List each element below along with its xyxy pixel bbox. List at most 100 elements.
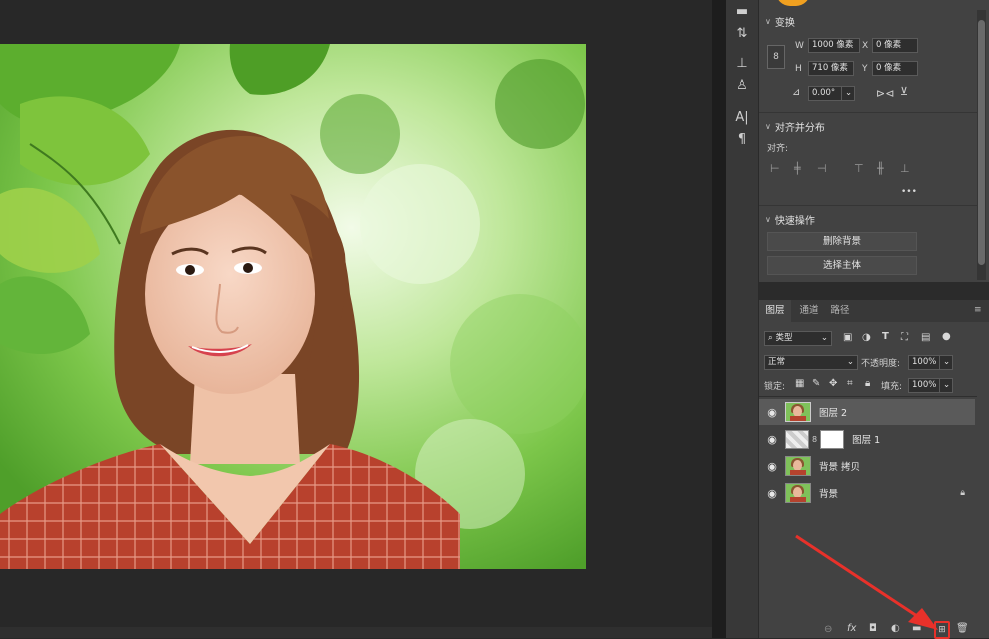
layer-name: 图层 1 [852,435,881,446]
panel-menu-icon[interactable]: ≡ [974,305,982,315]
opacity-field[interactable]: 100% [908,355,942,370]
link-icon: 8 [812,434,818,444]
filter-shape-icon[interactable]: ⛶ [901,332,908,343]
align-title: 对齐并分布 [774,123,825,134]
width-label: W [795,41,804,51]
blend-mode-value: 正常 [768,357,786,367]
lock-label: 锁定: [764,382,786,392]
panel-gap [759,282,989,300]
visibility-eye-icon[interactable]: ◉ [759,460,785,473]
chevron-down-icon: ⌄ [820,333,828,343]
chevron-down-icon: ⌄ [846,357,854,367]
tab-layers[interactable]: 图层 [759,300,791,322]
align-center-h-icon[interactable]: ╪ [794,162,801,175]
height-field[interactable]: 710 像素 [808,61,854,76]
lock-image-icon[interactable]: ✎ [812,378,820,389]
width-field[interactable]: 1000 像素 [808,38,860,53]
stamp-icon[interactable]: ♙ [726,74,758,96]
opacity-dropdown[interactable]: ⌄ [939,355,953,370]
fill-dropdown[interactable]: ⌄ [939,378,953,393]
filter-toggle-icon[interactable]: ● [942,331,951,342]
visibility-eye-icon[interactable]: ◉ [759,406,785,419]
align-label: 对齐: [767,144,789,154]
layer-name: 背景 拷贝 [819,462,861,473]
panel-divider[interactable] [712,0,726,638]
align-section-header[interactable]: ∨ 对齐并分布 [765,119,825,134]
layer-thumbnail [785,456,811,476]
portrait-photo [0,44,586,569]
properties-icon[interactable]: ▬ [726,0,758,22]
link-dimensions-icon[interactable]: 8 [767,45,785,69]
layer-filter-label: 类型 [775,333,793,343]
visibility-eye-icon[interactable]: ◉ [759,433,785,446]
layer-thumbnail [785,483,811,503]
align-left-icon[interactable]: ⊢ [770,162,780,175]
layer-row-layer1[interactable]: ◉ 8 图层 1 [759,426,975,452]
lock-icon[interactable]: 🔒︎ [960,488,965,498]
flip-vertical-icon[interactable]: ⊻ [900,85,908,98]
align-bottom-icon[interactable]: ⊥ [900,162,910,175]
canvas-image[interactable] [0,44,586,569]
divider [759,205,977,206]
opacity-label: 不透明度: [861,359,901,369]
history-icon[interactable]: ⇅ [726,22,758,44]
lock-transparent-icon[interactable]: ▦ [795,378,804,389]
remove-background-button[interactable]: 删除背景 [767,232,917,251]
lock-artboard-icon[interactable]: ⌗ [847,378,853,389]
adjustments-icon[interactable]: ⊥ [726,52,758,74]
layer-name: 图层 2 [819,408,848,419]
filter-pixel-icon[interactable]: ▣ [843,332,852,343]
panel-icon-strip: ▬ ⇅ ⊥ ♙ A| ¶ [726,0,759,638]
divider [759,396,977,397]
align-middle-v-icon[interactable]: ╫ [877,162,884,175]
tab-channels[interactable]: 通道 [795,300,823,322]
lock-all-icon[interactable]: 🔒︎ [865,378,870,389]
layer-mask-thumbnail[interactable] [820,429,845,449]
quick-actions-title: 快速操作 [774,216,815,227]
divider [759,112,977,113]
red-arrow-annotation [795,534,938,630]
paragraph-icon[interactable]: ¶ [726,128,758,150]
y-label: Y [862,64,868,74]
fill-field[interactable]: 100% [908,378,942,393]
fill-label: 填充: [881,382,903,392]
visibility-eye-icon[interactable]: ◉ [759,487,785,500]
more-options-button[interactable]: ••• [901,187,917,197]
angle-dropdown[interactable]: ⌄ [841,86,855,101]
chevron-down-icon: ∨ [765,215,771,224]
filter-smart-object-icon[interactable]: ▤ [921,332,930,343]
delete-layer-icon[interactable]: 🗑︎ [956,623,969,634]
layers-tab-bar [759,300,989,322]
lock-position-icon[interactable]: ✥ [829,378,837,389]
properties-scrollbar-thumb[interactable] [978,20,985,265]
x-field[interactable]: 0 像素 [872,38,918,53]
layer-name: 背景 [819,489,839,500]
chevron-down-icon: ∨ [765,122,771,131]
y-field[interactable]: 0 像素 [872,61,918,76]
select-subject-button[interactable]: 选择主体 [767,256,917,275]
align-right-icon[interactable]: ⊣ [817,162,827,175]
layer-filter-select[interactable]: ⌕ 类型 ⌄ [764,331,832,346]
angle-icon: ⊿ [792,87,801,98]
flip-horizontal-icon[interactable]: ⊳⊲ [876,87,894,100]
tab-paths[interactable]: 路径 [826,300,854,322]
character-icon[interactable]: A| [726,106,758,128]
transform-section-header[interactable]: ∨ 变换 [765,14,795,29]
x-label: X [862,41,869,51]
quick-actions-header[interactable]: ∨ 快速操作 [765,212,815,227]
layer-row-layer2[interactable]: ◉ 图层 2 [759,399,975,425]
transform-title: 变换 [774,18,795,29]
layer-row-background[interactable]: ◉ 背景 🔒︎ [759,480,975,506]
chevron-down-icon: ∨ [765,17,771,26]
filter-type-icon[interactable]: T [882,331,889,342]
height-label: H [795,64,802,74]
filter-adjustment-icon[interactable]: ◑ [862,332,871,343]
properties-scrollbar-track[interactable] [977,10,986,280]
layer-thumbnail [785,402,811,422]
align-top-icon[interactable]: ⊤ [854,162,864,175]
blend-mode-select[interactable]: 正常 ⌄ [764,355,858,370]
status-bar [0,627,712,638]
layer-thumbnail [785,429,809,449]
layer-row-background-copy[interactable]: ◉ 背景 拷贝 [759,453,975,479]
angle-field[interactable]: 0.00° [808,86,844,101]
